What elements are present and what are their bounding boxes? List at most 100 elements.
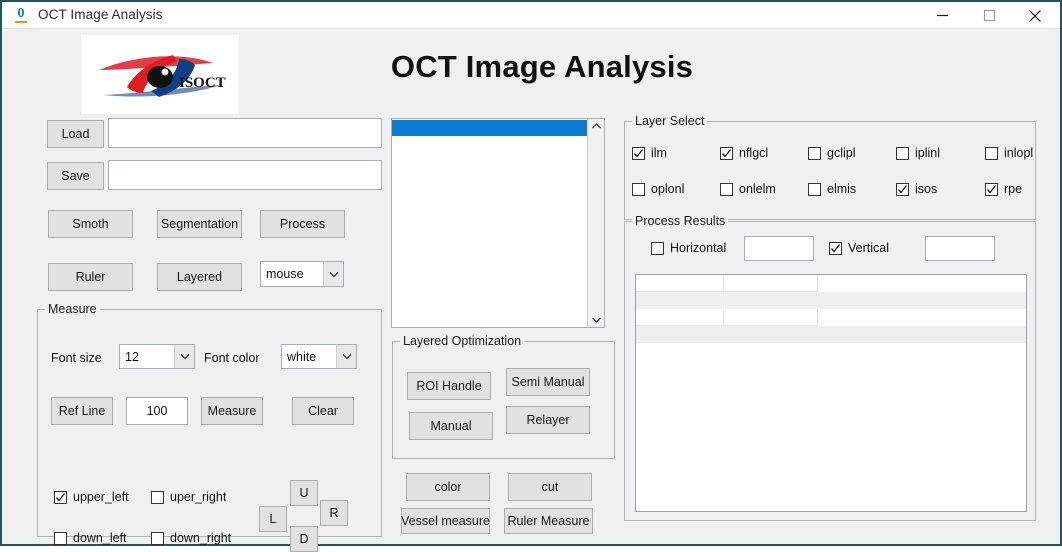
layer-checkbox-rpe[interactable]: rpe	[985, 182, 1022, 196]
dpad-down-button[interactable]: D	[290, 526, 318, 552]
chevron-down-icon[interactable]	[174, 345, 194, 368]
checkbox-box[interactable]	[151, 531, 164, 545]
checkbox-uper-right[interactable]: uper_right	[151, 490, 226, 504]
list-item[interactable]	[392, 120, 587, 136]
dpad-right-button[interactable]: R	[320, 500, 348, 526]
roi-handle-button[interactable]: ROI Handle	[407, 372, 491, 400]
ruler-button[interactable]: Ruler	[48, 263, 133, 291]
checkbox-box[interactable]	[54, 490, 67, 504]
layer-checkbox-iplinl[interactable]: iplinl	[896, 146, 940, 160]
font-size-select[interactable]: 12	[119, 344, 195, 369]
ref-line-input[interactable]: 100	[126, 397, 188, 425]
checkbox-box[interactable]	[829, 241, 842, 255]
smoth-button[interactable]: Smoth	[48, 210, 133, 238]
isoct-logo: ISOCT	[81, 35, 239, 114]
layered-optimization-group: Layered Optimization ROI Handle Semi Man…	[392, 334, 615, 459]
layer-checkbox-inlopl[interactable]: inlopl	[985, 146, 1033, 160]
layer-checkbox-gclipl[interactable]: gclipl	[808, 146, 856, 160]
dpad-up-button[interactable]: U	[290, 480, 318, 506]
table-cell[interactable]	[636, 292, 724, 309]
horizontal-value-input[interactable]	[744, 236, 814, 261]
layer-label: rpe	[1004, 182, 1023, 196]
file-list-items[interactable]	[392, 119, 587, 327]
table-cell[interactable]	[724, 309, 818, 326]
svg-text:ISOCT: ISOCT	[179, 75, 226, 91]
process-results-table[interactable]	[635, 274, 1027, 512]
ref-line-button[interactable]: Ref Line	[51, 397, 113, 425]
close-button[interactable]	[1012, 2, 1058, 29]
maximize-button[interactable]	[966, 2, 1012, 29]
checkbox-box[interactable]	[985, 146, 998, 160]
chevron-down-icon[interactable]	[323, 262, 343, 286]
load-path-input[interactable]	[108, 118, 382, 148]
window-title: OCT Image Analysis	[38, 7, 163, 22]
vertical-checkbox[interactable]: Vertical	[829, 241, 889, 255]
measure-button[interactable]: Measure	[201, 397, 263, 425]
checkbox-label: upper_left	[73, 490, 129, 504]
checkbox-box[interactable]	[632, 182, 645, 196]
checkbox-down-left[interactable]: down_left	[54, 531, 127, 545]
checkbox-box[interactable]	[808, 182, 821, 196]
checkbox-upper-left[interactable]: upper_left	[54, 490, 129, 504]
checkbox-box[interactable]	[151, 490, 164, 504]
chevron-down-icon[interactable]	[336, 345, 356, 368]
load-button[interactable]: Load	[47, 120, 104, 148]
dpad-left-button[interactable]: L	[259, 506, 287, 532]
ruler-measure-button[interactable]: Ruler Measure	[504, 508, 593, 534]
checkbox-box[interactable]	[720, 146, 733, 160]
checkbox-down-right[interactable]: down_right	[151, 531, 231, 545]
page-title: OCT Image Analysis	[390, 49, 694, 84]
table-cell[interactable]	[636, 326, 724, 343]
checkbox-box[interactable]	[54, 531, 67, 545]
segmentation-button[interactable]: Segmentation	[157, 210, 242, 238]
save-path-input[interactable]	[108, 160, 382, 190]
mouse-mode-select[interactable]: mouse	[260, 261, 344, 287]
checkbox-box[interactable]	[651, 241, 664, 255]
manual-button[interactable]: Manual	[409, 412, 493, 440]
layer-checkbox-ilm[interactable]: ilm	[632, 146, 667, 160]
file-listbox[interactable]	[391, 118, 605, 328]
clear-button[interactable]: Clear	[292, 397, 354, 425]
checkbox-box[interactable]	[632, 146, 645, 160]
checkbox-box[interactable]	[896, 182, 909, 196]
layer-checkbox-onlelm[interactable]: onlelm	[720, 182, 776, 196]
font-color-select[interactable]: white	[281, 344, 357, 369]
table-cell[interactable]	[724, 326, 818, 343]
table-row[interactable]	[636, 292, 1026, 309]
minimize-button[interactable]	[919, 2, 965, 29]
table-cell[interactable]	[724, 292, 818, 309]
chevron-down-icon[interactable]	[591, 316, 602, 324]
relayer-button[interactable]: Relayer	[506, 406, 590, 434]
table-row[interactable]	[636, 275, 1026, 292]
process-button[interactable]: Process	[260, 210, 345, 238]
checkbox-box[interactable]	[896, 146, 909, 160]
application-window: 0 OCT Image Analysis ISOCT OCT Image Ana…	[0, 0, 1062, 552]
font-size-value: 12	[125, 349, 139, 364]
font-size-label: Font size	[51, 351, 102, 365]
layer-label: oplonl	[651, 182, 685, 196]
chevron-up-icon[interactable]	[591, 122, 602, 130]
vertical-value-input[interactable]	[925, 236, 995, 261]
measure-group-title: Measure	[45, 302, 100, 316]
font-color-value: white	[287, 349, 317, 364]
table-cell[interactable]	[724, 275, 818, 292]
horizontal-checkbox[interactable]: Horizontal	[651, 241, 726, 255]
layer-checkbox-elmis[interactable]: elmis	[808, 182, 856, 196]
layer-checkbox-isos[interactable]: isos	[896, 182, 937, 196]
checkbox-box[interactable]	[720, 182, 733, 196]
table-cell[interactable]	[636, 309, 724, 326]
layer-checkbox-oplonl[interactable]: oplonl	[632, 182, 684, 196]
checkbox-box[interactable]	[985, 182, 998, 196]
listbox-scrollbar[interactable]	[587, 119, 604, 327]
layered-button[interactable]: Layered	[157, 263, 242, 291]
color-button[interactable]: color	[406, 473, 490, 501]
table-row[interactable]	[636, 326, 1026, 343]
save-button[interactable]: Save	[47, 162, 104, 190]
table-row[interactable]	[636, 309, 1026, 326]
table-cell[interactable]	[636, 275, 724, 292]
vessel-measure-button[interactable]: Vessel measure	[401, 508, 490, 534]
checkbox-box[interactable]	[808, 146, 821, 160]
layer-checkbox-nflgcl[interactable]: nflgcl	[720, 146, 768, 160]
semi-manual-button[interactable]: Semi Manual	[506, 368, 590, 396]
cut-button[interactable]: cut	[508, 473, 592, 501]
